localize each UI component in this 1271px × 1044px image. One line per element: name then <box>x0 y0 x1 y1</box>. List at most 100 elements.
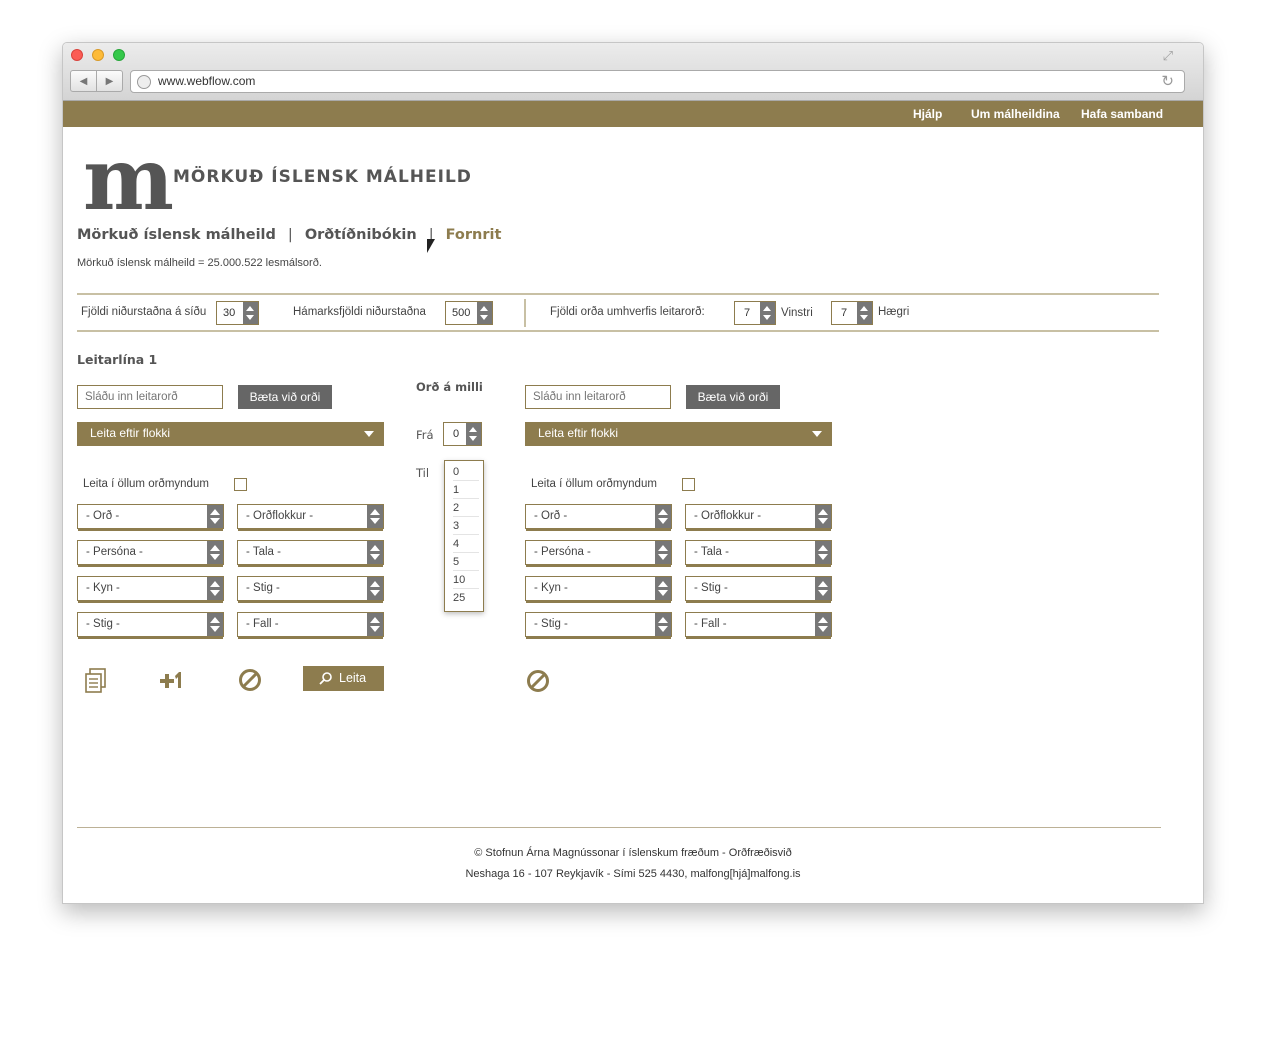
add-word-button-1[interactable]: Bæta við orði <box>238 385 332 409</box>
close-window-button[interactable] <box>71 49 83 61</box>
number-select-2[interactable]: - Tala - <box>685 540 832 567</box>
select-value: - Kyn - <box>86 582 120 594</box>
about-corpus-link[interactable]: Um málheildina <box>971 107 1060 121</box>
max-results-label: Hámarksfjöldi niðurstaðna <box>293 306 426 318</box>
from-stepper[interactable]: 0 <box>443 422 482 446</box>
number-select-1[interactable]: - Tala - <box>237 540 384 567</box>
all-forms-checkbox-2[interactable] <box>682 478 695 491</box>
search-word-input-2[interactable] <box>525 385 671 409</box>
right-context-stepper[interactable]: 7 <box>831 301 873 325</box>
options-top-divider <box>77 293 1159 295</box>
fullscreen-icon[interactable]: ⤢ <box>1163 49 1173 64</box>
contact-link[interactable]: Hafa samband <box>1081 107 1163 121</box>
dropdown-option[interactable]: 5 <box>453 553 479 571</box>
degree-select-1b[interactable]: - Stig - <box>77 612 224 639</box>
dropdown-option[interactable]: 2 <box>453 499 479 517</box>
person-select-2[interactable]: - Persóna - <box>525 540 672 567</box>
word-select-2[interactable]: - Orð - <box>525 504 672 531</box>
to-dropdown-list[interactable]: 0 1 2 3 4 5 10 25 <box>444 460 484 612</box>
tab-ordtidnibokin[interactable]: Orðtíðnibókin <box>305 227 417 243</box>
select-arrows-icon <box>207 541 223 564</box>
top-navigation-bar: Hjálp Um málheildina Hafa samband <box>63 101 1203 127</box>
dropdown-option[interactable]: 1 <box>453 481 479 499</box>
stepper-arrows-icon[interactable] <box>760 302 775 324</box>
forward-button[interactable]: ▶ <box>96 71 122 91</box>
footer-address: Neshaga 16 - 107 Reykjavík - Sími 525 44… <box>465 868 801 880</box>
word-class-select-2[interactable]: - Orðflokkur - <box>685 504 832 531</box>
select-arrows-icon <box>655 577 671 600</box>
tab-mim[interactable]: Mörkuð íslensk málheild <box>77 227 276 243</box>
max-results-value: 500 <box>452 307 471 319</box>
minimize-window-button[interactable] <box>92 49 104 61</box>
select-arrows-icon <box>207 613 223 636</box>
select-arrows-icon <box>815 541 831 564</box>
dropdown-option[interactable]: 4 <box>453 535 479 553</box>
options-bottom-divider <box>77 330 1159 332</box>
dropdown-option[interactable]: 10 <box>453 571 479 589</box>
category-select-2[interactable]: Leita eftir flokki <box>525 422 832 446</box>
select-value: - Stig - <box>86 618 120 630</box>
case-select-1[interactable]: - Fall - <box>237 612 384 639</box>
maximize-window-button[interactable] <box>113 49 125 61</box>
to-label: Til <box>416 466 430 480</box>
history-nav: ◀ ▶ <box>70 70 123 92</box>
search-line-title: Leitarlína 1 <box>77 352 158 367</box>
stepper-arrows-icon[interactable] <box>466 423 481 445</box>
case-select-2[interactable]: - Fall - <box>685 612 832 639</box>
category-select-label: Leita eftir flokki <box>538 426 619 440</box>
all-forms-checkbox-1[interactable] <box>234 478 247 491</box>
left-context-stepper[interactable]: 7 <box>734 301 776 325</box>
search-button-label: Leita <box>339 671 367 685</box>
gender-select-1[interactable]: - Kyn - <box>77 576 224 603</box>
search-button[interactable]: Leita <box>303 666 384 691</box>
left-context-value: 7 <box>744 307 751 319</box>
browser-chrome: ⤢ ◀ ▶ www.webflow.com ↻ <box>63 43 1203 101</box>
degree-select-2[interactable]: - Stig - <box>685 576 832 603</box>
help-link[interactable]: Hjálp <box>913 107 942 121</box>
cancel-icon[interactable] <box>526 669 550 693</box>
degree-select-1[interactable]: - Stig - <box>237 576 384 603</box>
reload-icon[interactable]: ↻ <box>1161 72 1174 90</box>
from-value: 0 <box>453 428 460 440</box>
corpus-word-count: Mörkuð íslensk málheild = 25.000.522 les… <box>77 257 322 269</box>
select-value: - Orðflokkur - <box>694 510 762 522</box>
tab-fornrit[interactable]: Fornrit <box>446 227 502 243</box>
select-value: - Stig - <box>246 582 280 594</box>
logo-icon[interactable]: m <box>83 137 174 223</box>
cancel-icon[interactable] <box>238 668 262 692</box>
select-value: - Persóna - <box>534 546 591 558</box>
dropdown-option[interactable]: 25 <box>453 589 479 607</box>
copy-icon[interactable] <box>83 667 109 695</box>
degree-select-2b[interactable]: - Stig - <box>525 612 672 639</box>
select-value: - Persóna - <box>86 546 143 558</box>
select-value: - Stig - <box>694 582 728 594</box>
back-button[interactable]: ◀ <box>71 71 96 91</box>
corpus-tabs: Mörkuð íslensk málheild | Orðtíðnibókin | Fo… <box>77 227 501 243</box>
person-select-1[interactable]: - Persóna - <box>77 540 224 567</box>
stepper-arrows-icon[interactable] <box>477 302 492 324</box>
stepper-arrows-icon[interactable] <box>857 302 872 324</box>
context-words-label: Fjöldi orða umhverfis leitarorð: <box>550 306 705 318</box>
select-arrows-icon <box>367 577 383 600</box>
select-arrows-icon <box>655 505 671 528</box>
select-arrows-icon <box>815 613 831 636</box>
word-class-select-1[interactable]: - Orðflokkur - <box>237 504 384 531</box>
all-forms-label-1: Leita í öllum orðmyndum <box>83 478 209 490</box>
word-select-1[interactable]: - Orð - <box>77 504 224 531</box>
select-value: - Orðflokkur - <box>246 510 314 522</box>
search-word-input-1[interactable] <box>77 385 223 409</box>
add-word-button-2[interactable]: Bæta við orði <box>686 385 780 409</box>
browser-window: ⤢ ◀ ▶ www.webflow.com ↻ Hjálp Um málheil… <box>62 42 1204 904</box>
stepper-arrows-icon[interactable] <box>243 302 258 324</box>
address-bar[interactable]: www.webflow.com ↻ <box>130 70 1185 93</box>
gender-select-2[interactable]: - Kyn - <box>525 576 672 603</box>
magnifier-icon <box>319 672 332 685</box>
options-vertical-divider <box>524 299 526 327</box>
dropdown-option[interactable]: 0 <box>453 463 479 481</box>
results-per-page-stepper[interactable]: 30 <box>216 301 259 325</box>
category-select-1[interactable]: Leita eftir flokki <box>77 422 384 446</box>
max-results-stepper[interactable]: 500 <box>445 301 493 325</box>
plus-one-icon[interactable] <box>159 669 185 691</box>
dropdown-option[interactable]: 3 <box>453 517 479 535</box>
category-select-label: Leita eftir flokki <box>90 426 171 440</box>
